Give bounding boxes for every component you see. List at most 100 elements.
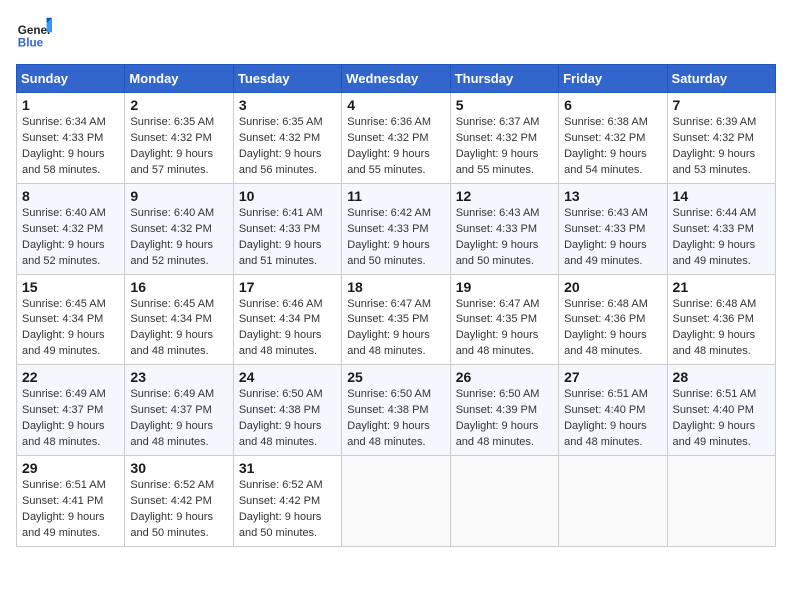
day-info: Sunrise: 6:37 AM Sunset: 4:32 PM Dayligh… — [456, 115, 553, 179]
day-info: Sunrise: 6:49 AM Sunset: 4:37 PM Dayligh… — [130, 387, 227, 451]
sunset-label: Sunset: 4:33 PM — [22, 132, 103, 144]
day-info: Sunrise: 6:40 AM Sunset: 4:32 PM Dayligh… — [130, 206, 227, 270]
sunrise-label: Sunrise: 6:51 AM — [673, 388, 757, 400]
calendar-table: SundayMondayTuesdayWednesdayThursdayFrid… — [16, 64, 776, 547]
sunrise-label: Sunrise: 6:40 AM — [130, 207, 214, 219]
calendar-cell: 13 Sunrise: 6:43 AM Sunset: 4:33 PM Dayl… — [559, 183, 667, 274]
day-info: Sunrise: 6:41 AM Sunset: 4:33 PM Dayligh… — [239, 206, 336, 270]
daylight-label: Daylight: 9 hours and 48 minutes. — [239, 420, 322, 448]
day-info: Sunrise: 6:34 AM Sunset: 4:33 PM Dayligh… — [22, 115, 119, 179]
weekday-header: Friday — [559, 65, 667, 93]
calendar-cell: 18 Sunrise: 6:47 AM Sunset: 4:35 PM Dayl… — [342, 274, 450, 365]
sunrise-label: Sunrise: 6:48 AM — [673, 298, 757, 310]
daylight-label: Daylight: 9 hours and 48 minutes. — [673, 329, 756, 357]
sunrise-label: Sunrise: 6:48 AM — [564, 298, 648, 310]
sunrise-label: Sunrise: 6:47 AM — [347, 298, 431, 310]
day-number: 15 — [22, 279, 119, 295]
calendar-week-row: 15 Sunrise: 6:45 AM Sunset: 4:34 PM Dayl… — [17, 274, 776, 365]
calendar-cell: 26 Sunrise: 6:50 AM Sunset: 4:39 PM Dayl… — [450, 365, 558, 456]
sunset-label: Sunset: 4:33 PM — [564, 223, 645, 235]
calendar-cell: 8 Sunrise: 6:40 AM Sunset: 4:32 PM Dayli… — [17, 183, 125, 274]
daylight-label: Daylight: 9 hours and 49 minutes. — [673, 239, 756, 267]
daylight-label: Daylight: 9 hours and 48 minutes. — [130, 329, 213, 357]
calendar-cell: 15 Sunrise: 6:45 AM Sunset: 4:34 PM Dayl… — [17, 274, 125, 365]
sunrise-label: Sunrise: 6:37 AM — [456, 116, 540, 128]
weekday-header: Wednesday — [342, 65, 450, 93]
daylight-label: Daylight: 9 hours and 54 minutes. — [564, 148, 647, 176]
day-number: 5 — [456, 97, 553, 113]
weekday-header: Thursday — [450, 65, 558, 93]
sunrise-label: Sunrise: 6:52 AM — [239, 479, 323, 491]
day-number: 19 — [456, 279, 553, 295]
day-number: 1 — [22, 97, 119, 113]
daylight-label: Daylight: 9 hours and 48 minutes. — [22, 420, 105, 448]
calendar-cell: 19 Sunrise: 6:47 AM Sunset: 4:35 PM Dayl… — [450, 274, 558, 365]
day-info: Sunrise: 6:51 AM Sunset: 4:40 PM Dayligh… — [673, 387, 770, 451]
sunset-label: Sunset: 4:42 PM — [130, 495, 211, 507]
sunrise-label: Sunrise: 6:45 AM — [130, 298, 214, 310]
calendar-cell: 30 Sunrise: 6:52 AM Sunset: 4:42 PM Dayl… — [125, 456, 233, 547]
day-number: 16 — [130, 279, 227, 295]
calendar-cell — [342, 456, 450, 547]
daylight-label: Daylight: 9 hours and 48 minutes. — [456, 420, 539, 448]
calendar-cell: 22 Sunrise: 6:49 AM Sunset: 4:37 PM Dayl… — [17, 365, 125, 456]
day-number: 20 — [564, 279, 661, 295]
calendar-cell — [667, 456, 775, 547]
calendar-cell: 4 Sunrise: 6:36 AM Sunset: 4:32 PM Dayli… — [342, 93, 450, 184]
day-number: 12 — [456, 188, 553, 204]
sunset-label: Sunset: 4:33 PM — [239, 223, 320, 235]
sunset-label: Sunset: 4:39 PM — [456, 404, 537, 416]
day-number: 26 — [456, 369, 553, 385]
daylight-label: Daylight: 9 hours and 50 minutes. — [347, 239, 430, 267]
day-number: 2 — [130, 97, 227, 113]
calendar-cell: 31 Sunrise: 6:52 AM Sunset: 4:42 PM Dayl… — [233, 456, 341, 547]
calendar-week-row: 1 Sunrise: 6:34 AM Sunset: 4:33 PM Dayli… — [17, 93, 776, 184]
day-number: 22 — [22, 369, 119, 385]
sunset-label: Sunset: 4:33 PM — [347, 223, 428, 235]
day-number: 6 — [564, 97, 661, 113]
daylight-label: Daylight: 9 hours and 58 minutes. — [22, 148, 105, 176]
day-number: 28 — [673, 369, 770, 385]
sunrise-label: Sunrise: 6:49 AM — [22, 388, 106, 400]
day-info: Sunrise: 6:52 AM Sunset: 4:42 PM Dayligh… — [130, 478, 227, 542]
daylight-label: Daylight: 9 hours and 48 minutes. — [347, 420, 430, 448]
day-number: 13 — [564, 188, 661, 204]
calendar-cell: 23 Sunrise: 6:49 AM Sunset: 4:37 PM Dayl… — [125, 365, 233, 456]
calendar-cell — [559, 456, 667, 547]
day-number: 23 — [130, 369, 227, 385]
day-number: 21 — [673, 279, 770, 295]
day-number: 17 — [239, 279, 336, 295]
day-number: 9 — [130, 188, 227, 204]
weekday-header: Monday — [125, 65, 233, 93]
daylight-label: Daylight: 9 hours and 50 minutes. — [239, 511, 322, 539]
calendar-cell: 28 Sunrise: 6:51 AM Sunset: 4:40 PM Dayl… — [667, 365, 775, 456]
calendar-cell: 24 Sunrise: 6:50 AM Sunset: 4:38 PM Dayl… — [233, 365, 341, 456]
sunrise-label: Sunrise: 6:51 AM — [564, 388, 648, 400]
daylight-label: Daylight: 9 hours and 49 minutes. — [673, 420, 756, 448]
day-number: 27 — [564, 369, 661, 385]
sunrise-label: Sunrise: 6:40 AM — [22, 207, 106, 219]
day-info: Sunrise: 6:35 AM Sunset: 4:32 PM Dayligh… — [239, 115, 336, 179]
sunset-label: Sunset: 4:36 PM — [564, 313, 645, 325]
sunrise-label: Sunrise: 6:50 AM — [239, 388, 323, 400]
sunset-label: Sunset: 4:33 PM — [456, 223, 537, 235]
calendar-cell: 3 Sunrise: 6:35 AM Sunset: 4:32 PM Dayli… — [233, 93, 341, 184]
day-info: Sunrise: 6:46 AM Sunset: 4:34 PM Dayligh… — [239, 297, 336, 361]
calendar-cell: 17 Sunrise: 6:46 AM Sunset: 4:34 PM Dayl… — [233, 274, 341, 365]
day-number: 30 — [130, 460, 227, 476]
sunset-label: Sunset: 4:32 PM — [456, 132, 537, 144]
calendar-cell: 5 Sunrise: 6:37 AM Sunset: 4:32 PM Dayli… — [450, 93, 558, 184]
day-info: Sunrise: 6:38 AM Sunset: 4:32 PM Dayligh… — [564, 115, 661, 179]
daylight-label: Daylight: 9 hours and 57 minutes. — [130, 148, 213, 176]
day-number: 25 — [347, 369, 444, 385]
sunset-label: Sunset: 4:32 PM — [130, 223, 211, 235]
sunset-label: Sunset: 4:42 PM — [239, 495, 320, 507]
daylight-label: Daylight: 9 hours and 49 minutes. — [22, 511, 105, 539]
daylight-label: Daylight: 9 hours and 50 minutes. — [130, 511, 213, 539]
sunset-label: Sunset: 4:37 PM — [22, 404, 103, 416]
calendar-cell: 25 Sunrise: 6:50 AM Sunset: 4:38 PM Dayl… — [342, 365, 450, 456]
calendar-cell: 12 Sunrise: 6:43 AM Sunset: 4:33 PM Dayl… — [450, 183, 558, 274]
day-number: 11 — [347, 188, 444, 204]
calendar-cell: 16 Sunrise: 6:45 AM Sunset: 4:34 PM Dayl… — [125, 274, 233, 365]
sunset-label: Sunset: 4:40 PM — [564, 404, 645, 416]
